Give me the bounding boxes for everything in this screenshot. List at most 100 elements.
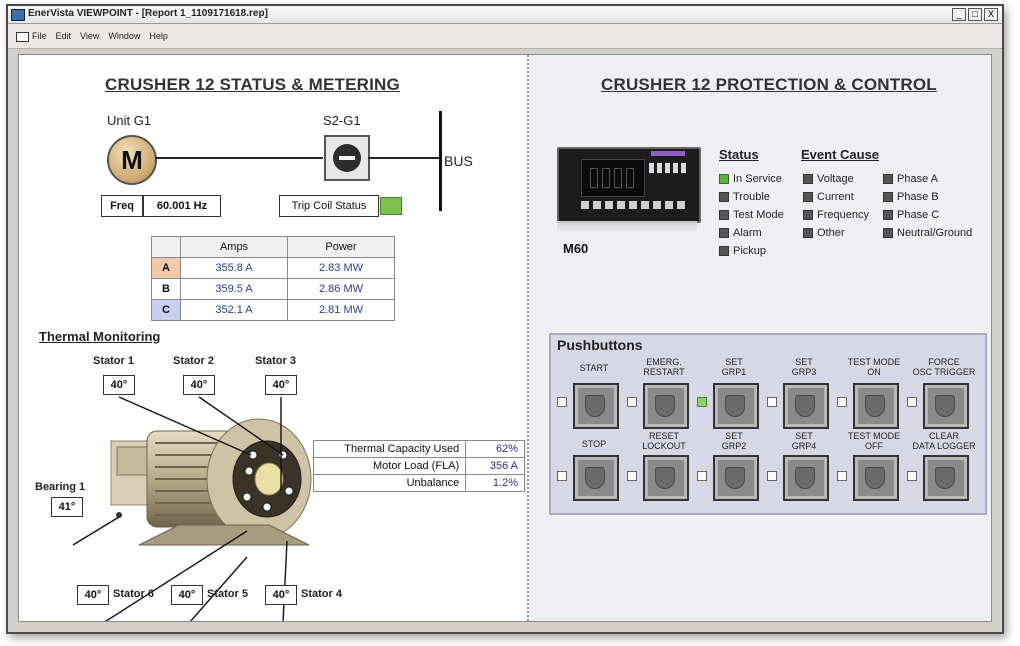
shield-icon xyxy=(655,467,675,489)
table-row: Unbalance 1.2% xyxy=(312,474,525,492)
menu-bar: File Edit View Window Help xyxy=(8,24,1002,49)
set-grp4-pushbutton[interactable] xyxy=(783,455,829,501)
trip-coil-label: Trip Coil Status xyxy=(279,195,379,217)
pushbutton-led xyxy=(767,471,777,481)
phase-b-label: B xyxy=(151,278,181,300)
unbalance-value: 1.2% xyxy=(465,474,525,492)
stator-3-label: Stator 3 xyxy=(255,355,296,367)
app-window: EnerVista VIEWPOINT - [Report 1_11091716… xyxy=(6,4,1004,634)
pushbuttons-title: Pushbuttons xyxy=(557,337,643,353)
status-title: Status xyxy=(719,147,759,162)
table-row: B 359.5 A 2.86 MW xyxy=(151,278,395,300)
set-grp3-pushbutton[interactable] xyxy=(783,383,829,429)
pushbutton-led xyxy=(627,397,637,407)
bearing-1-label: Bearing 1 xyxy=(35,481,86,493)
document-icon[interactable] xyxy=(16,32,29,42)
clear-data-logger-pushbutton[interactable] xyxy=(923,455,969,501)
pushbutton-label: TEST MODE OFF xyxy=(847,431,901,451)
reset-lockout-pushbutton[interactable] xyxy=(643,455,689,501)
bus-label: BUS xyxy=(444,153,473,169)
close-button[interactable]: X xyxy=(984,8,998,21)
menu-help[interactable]: Help xyxy=(149,31,168,41)
pushbutton-led xyxy=(767,397,777,407)
stator-1-label: Stator 1 xyxy=(93,355,134,367)
stator-2-label: Stator 2 xyxy=(173,355,214,367)
window-title: EnerVista VIEWPOINT - [Report 1_11091716… xyxy=(28,8,268,19)
led-off-icon xyxy=(803,210,813,220)
test-mode-on-pushbutton[interactable] xyxy=(853,383,899,429)
phase-b-power: 2.86 MW xyxy=(287,278,395,300)
emerg-restart-pushbutton[interactable] xyxy=(643,383,689,429)
status-in-service: In Service xyxy=(719,173,782,185)
pushbutton-led xyxy=(907,471,917,481)
stator-2-value: 40° xyxy=(183,375,215,395)
relay-reflection xyxy=(557,221,697,233)
status-test-mode: Test Mode xyxy=(719,209,784,221)
led-off-icon xyxy=(719,192,729,202)
phase-a-label: A xyxy=(151,257,181,279)
event-cause-title: Event Cause xyxy=(801,147,880,162)
pushbutton-led xyxy=(627,471,637,481)
status-alarm: Alarm xyxy=(719,227,762,239)
protection-control-title: CRUSHER 12 PROTECTION & CONTROL xyxy=(601,75,937,94)
menu-edit[interactable]: Edit xyxy=(56,31,72,41)
freq-label: Freq xyxy=(101,195,143,217)
menu-file[interactable]: File xyxy=(32,31,47,41)
menu-view[interactable]: View xyxy=(80,31,99,41)
led-off-icon xyxy=(719,246,729,256)
bus-bar xyxy=(439,111,442,211)
event-voltage: Voltage xyxy=(803,173,854,185)
test-mode-off-pushbutton[interactable] xyxy=(853,455,899,501)
shield-icon xyxy=(725,467,745,489)
shield-icon xyxy=(795,467,815,489)
shield-icon xyxy=(935,395,955,417)
led-off-icon xyxy=(803,228,813,238)
shield-icon xyxy=(795,395,815,417)
status-pickup: Pickup xyxy=(719,245,766,257)
pushbutton-label: RESET LOCKOUT xyxy=(642,431,686,451)
menu-window[interactable]: Window xyxy=(108,31,140,41)
thermal-capacity-label: Thermal Capacity Used xyxy=(312,440,467,458)
breaker-label: S2-G1 xyxy=(323,113,361,128)
stator-6-label: Stator 6 xyxy=(113,588,154,600)
led-off-icon xyxy=(803,174,813,184)
stator-5-value: 40° xyxy=(171,585,203,605)
set-grp1-pushbutton[interactable] xyxy=(713,383,759,429)
shield-icon xyxy=(585,395,605,417)
minimize-button[interactable]: _ xyxy=(952,8,966,21)
maximize-button[interactable]: □ xyxy=(968,8,982,21)
pushbutton-label: CLEAR DATA LOGGER xyxy=(912,431,976,451)
stator-1-value: 40° xyxy=(103,375,135,395)
event-other: Other xyxy=(803,227,845,239)
thermal-monitoring-title: Thermal Monitoring xyxy=(39,329,161,344)
unbalance-label: Unbalance xyxy=(312,474,467,492)
trip-coil-indicator xyxy=(380,197,402,215)
stator-5-label: Stator 5 xyxy=(207,588,248,600)
led-off-icon xyxy=(883,210,893,220)
event-frequency: Frequency xyxy=(803,209,869,221)
event-phase-c: Phase C xyxy=(883,209,939,221)
metering-header-power: Power xyxy=(287,236,395,258)
shield-icon xyxy=(865,395,885,417)
led-off-icon xyxy=(883,228,893,238)
stop-pushbutton[interactable] xyxy=(573,455,619,501)
event-phase-a: Phase A xyxy=(883,173,938,185)
breaker-icon[interactable] xyxy=(324,135,370,181)
phase-a-power: 2.83 MW xyxy=(287,257,395,279)
event-current: Current xyxy=(803,191,854,203)
shield-icon xyxy=(585,467,605,489)
pushbutton-label: EMERG. RESTART xyxy=(643,357,685,377)
led-green-icon xyxy=(719,174,729,184)
title-bar[interactable]: EnerVista VIEWPOINT - [Report 1_11091716… xyxy=(8,6,1002,24)
phase-b-amps: 359.5 A xyxy=(180,278,288,300)
start-pushbutton[interactable] xyxy=(573,383,619,429)
metering-header-phase xyxy=(151,236,181,258)
motor-load-label: Motor Load (FLA) xyxy=(312,457,467,475)
motor-icon[interactable]: M xyxy=(107,135,157,185)
pushbutton-label: SET GRP2 xyxy=(721,431,747,451)
thermal-capacity-value: 62% xyxy=(465,440,525,458)
force-osc-trigger-pushbutton[interactable] xyxy=(923,383,969,429)
motor-load-value: 356 A xyxy=(465,457,525,475)
pushbutton-label: START xyxy=(579,363,609,373)
set-grp2-pushbutton[interactable] xyxy=(713,455,759,501)
